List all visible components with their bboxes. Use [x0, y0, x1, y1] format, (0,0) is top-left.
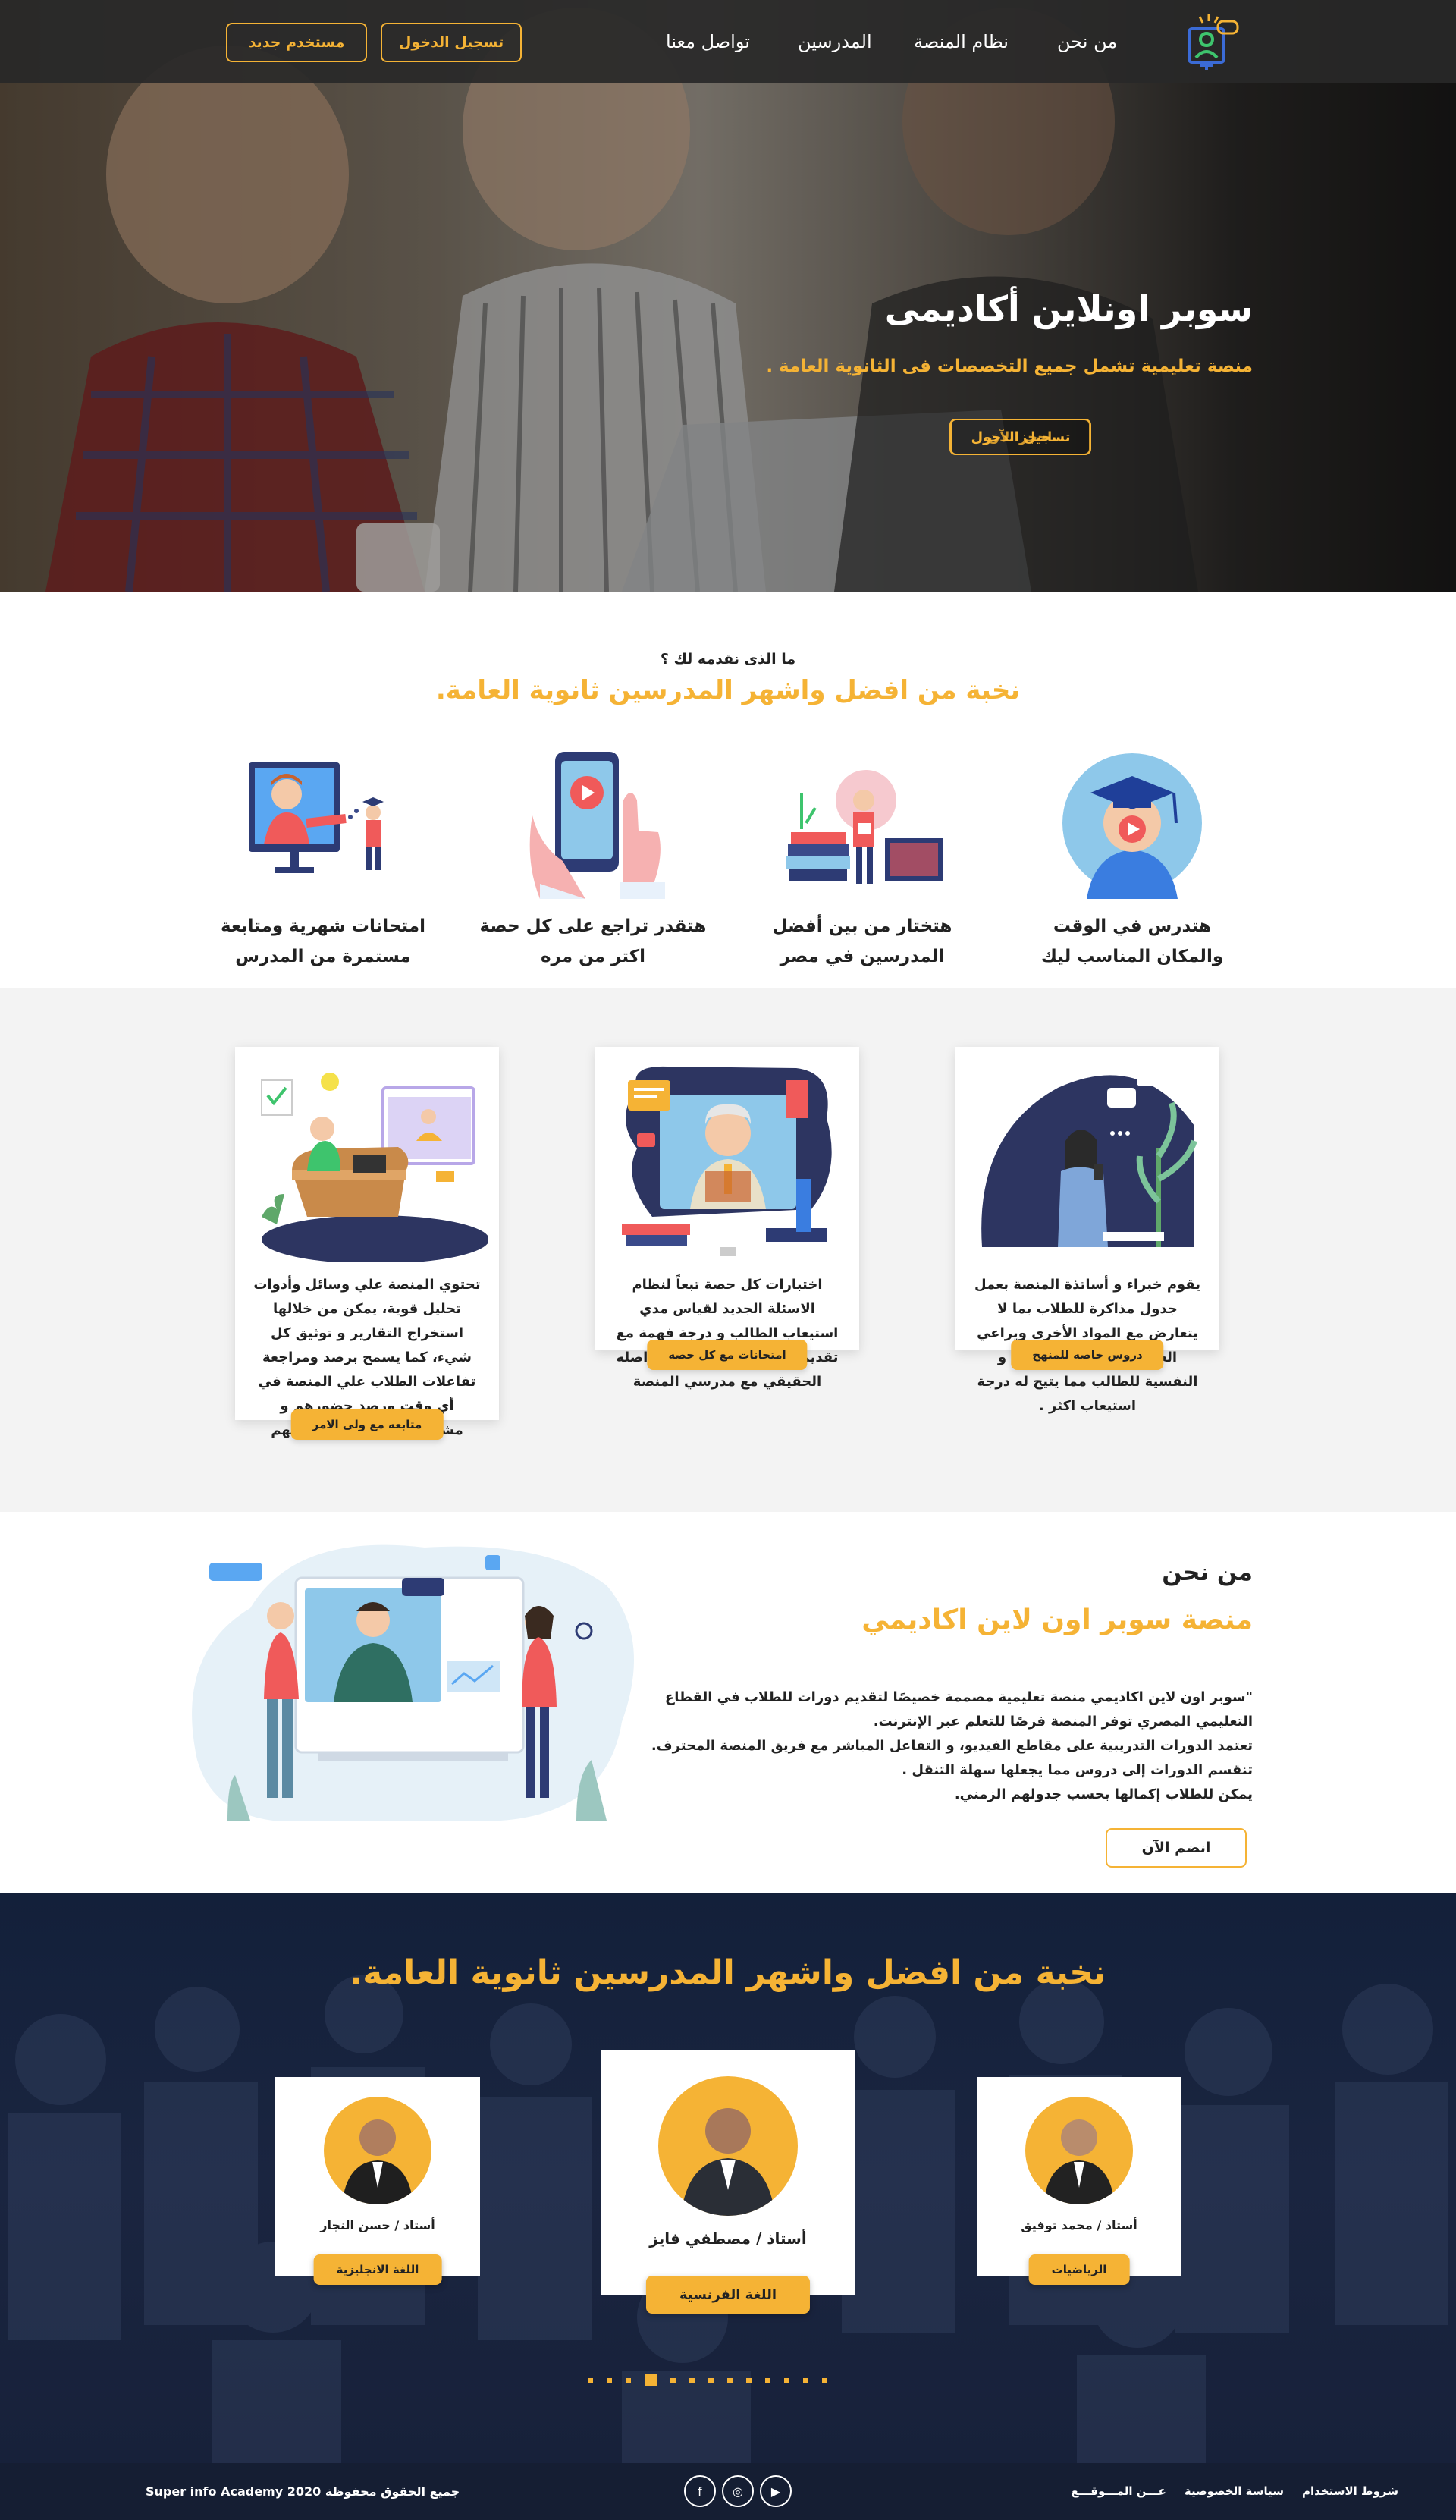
feature-text: امتحانات شهرية ومتابعة مستمرة من المدرس — [221, 916, 425, 966]
teacher-name: أستاذ / حسن النجار — [320, 2218, 435, 2232]
about-paragraph: تعتمد الدورات التدريبية على مقاطع الفيدي… — [651, 1738, 1253, 1754]
parent-follow-up-button[interactable]: متابعه مع ولى الامر — [290, 1409, 444, 1440]
teacher-subject-button[interactable]: اللغة الفرنسية — [645, 2276, 811, 2314]
feature-monthly-exams: امتحانات شهرية ومتابعة مستمرة من المدرس — [202, 747, 444, 972]
nav-item-platform[interactable]: نظام المنصة — [914, 0, 1009, 83]
teacher-name: أستاذ / محمد توفيق — [1021, 2218, 1138, 2232]
teacher-card-featured[interactable]: أستاذ / مصطفي فايز اللغة الفرنسية — [601, 2050, 855, 2314]
carousel-dot[interactable] — [588, 2377, 593, 2383]
nav-link-platform[interactable]: نظام المنصة — [914, 31, 1009, 52]
hero-title: سوبر اونلاين أكاديمى — [884, 288, 1253, 329]
private-lessons-button[interactable]: دروس خاصه للمنهج — [1011, 1340, 1164, 1370]
footer-link-privacy[interactable]: سياسة الخصوصية — [1185, 2484, 1284, 2498]
carousel-dot[interactable] — [607, 2377, 612, 2383]
phone-thumbs-up-icon — [529, 752, 665, 899]
header-register-button[interactable]: مستخدم جديد — [226, 23, 367, 62]
logo-icon — [1188, 14, 1239, 70]
teacher-avatar — [658, 2076, 798, 2216]
about-title: منصة سوبر اون لاين اكاديمي — [861, 1604, 1253, 1635]
nav-item-contact[interactable]: تواصل معنا — [666, 0, 750, 83]
teacher-screen-illustration — [622, 1066, 832, 1256]
online-meeting-illustration — [192, 1544, 635, 1821]
footer-link-terms[interactable]: شروط الاستخدام — [1302, 2484, 1398, 2498]
feature-text: هتدرس في الوقت والمكان المناسب ليك — [1040, 916, 1224, 966]
hero-subtitle: منصة تعليمية تشمل جميع التخصصات فى الثان… — [766, 357, 1253, 376]
graduate-video-icon — [1062, 753, 1202, 899]
nav-link-about[interactable]: من نحن — [1057, 31, 1117, 52]
teacher-subject-button[interactable]: اللغة الانجليزية — [313, 2254, 442, 2285]
footer-links: شروط الاستخدام سياسة الخصوصية عـــن المـ… — [1072, 2484, 1399, 2498]
youtube-icon[interactable]: ▶ — [760, 2475, 792, 2507]
lesson-exams-button[interactable]: امتحانات مع كل حصه — [647, 1340, 808, 1370]
hero-login-button[interactable]: تسجيل الدخول — [950, 419, 1091, 455]
carousel-dot[interactable] — [784, 2377, 789, 2383]
feature-text: هتقدر تراجع على كل حصة اكتر من مره — [479, 916, 707, 966]
monitor-teacher-icon — [249, 762, 384, 873]
teacher-card[interactable]: أستاذ / محمد توفيق الرياضيات — [977, 2077, 1181, 2285]
carousel-dot[interactable] — [670, 2377, 676, 2383]
about-description: "سوبر اون لاين اكاديمي منصة تعليمية مصمم… — [631, 1686, 1253, 1807]
join-now-button[interactable]: انضم الآن — [1106, 1828, 1247, 1868]
carousel-dot[interactable] — [645, 2374, 657, 2386]
carousel-dot[interactable] — [822, 2377, 827, 2383]
feature-best-teachers: هتختار من بين أفضل المدرسين في مصر — [741, 747, 984, 972]
carousel-dot[interactable] — [746, 2377, 752, 2383]
teacher-name: أستاذ / مصطفي فايز — [649, 2229, 807, 2248]
feature-text: هتختار من بين أفضل المدرسين في مصر — [772, 916, 952, 966]
carousel-dot[interactable] — [626, 2377, 631, 2383]
hero-section: سوبر اونلاين أكاديمى منصة تعليمية تشمل ج… — [0, 0, 1456, 592]
teacher-avatar — [324, 2097, 431, 2204]
offer-question: ما الذى نقدمه لك ؟ — [660, 651, 796, 668]
copyright-text: جميع الحقوق محفوظة Super info Academy 20… — [146, 2484, 460, 2499]
teacher-card[interactable]: أستاذ / حسن النجار اللغة الانجليزية — [275, 2077, 480, 2285]
instagram-icon[interactable]: ◎ — [722, 2475, 754, 2507]
nav-link-contact[interactable]: تواصل معنا — [666, 31, 750, 52]
carousel-dot[interactable] — [689, 2377, 695, 2383]
carousel-pagination — [588, 2374, 827, 2386]
woman-phone-illustration — [981, 1065, 1197, 1247]
offer-title: نخبة من افضل واشهر المدرسين ثانوية العام… — [435, 675, 1021, 705]
about-paragraph: تنقسم الدورات إلى دروس مما يجعلها سهلة ا… — [902, 1762, 1253, 1778]
teacher-books-icon — [786, 770, 943, 884]
footer: شروط الاستخدام سياسة الخصوصية عـــن المـ… — [0, 2463, 1456, 2520]
teacher-photo — [681, 2108, 775, 2216]
carousel-dot[interactable] — [803, 2377, 808, 2383]
about-paragraph: يمكن للطلاب إكمالها بحسب جدولهم الزمني. — [954, 1786, 1253, 1802]
footer-link-about[interactable]: عـــن المـــوقـــع — [1072, 2484, 1166, 2498]
nav-item-teachers[interactable]: المدرسين — [798, 0, 872, 83]
feature-review-lessons: هتقدر تراجع على كل حصة اكتر من مره — [472, 747, 714, 972]
top-navbar: من نحن نظام المنصة المدرسين تواصل معنا ت… — [0, 0, 1456, 83]
facebook-icon[interactable]: f — [684, 2475, 716, 2507]
teacher-photo — [342, 2119, 413, 2204]
about-paragraph: "سوبر اون لاين اكاديمي منصة تعليمية مصمم… — [664, 1689, 1253, 1730]
card-text: اختبارات كل حصة تبعاً لنظام الاسئلة الجد… — [616, 1277, 839, 1390]
desk-analytics-illustration — [261, 1073, 489, 1264]
feature-study-anytime: هتدرس في الوقت والمكان المناسب ليك — [1011, 747, 1254, 972]
carousel-dot[interactable] — [727, 2377, 733, 2383]
card-private-lessons: يقوم خبراء و أساتذة المنصة بعمل جدول مذا… — [956, 1047, 1219, 1414]
card-parent-follow-up: تحتوي المنصة علي وسائل وأدوات تحليل قوية… — [235, 1047, 499, 1440]
nav-link-teachers[interactable]: المدرسين — [798, 31, 872, 52]
about-label: من نحن — [1162, 1559, 1253, 1586]
header-login-button[interactable]: تسجيل الدخول — [381, 23, 522, 62]
nav-item-about[interactable]: من نحن — [1057, 0, 1117, 83]
teacher-subject-button[interactable]: الرياضيات — [1028, 2254, 1130, 2285]
teacher-avatar — [1025, 2097, 1133, 2204]
teacher-photo — [1043, 2119, 1115, 2204]
card-lesson-exams: اختبارات كل حصة تبعاً لنظام الاسئلة الجد… — [595, 1047, 859, 1390]
carousel-dot[interactable] — [765, 2377, 770, 2383]
carousel-dot[interactable] — [708, 2377, 714, 2383]
social-links: f ◎ ▶ — [684, 2475, 792, 2507]
teachers-title: نخبة من افضل واشهر المدرسين ثانوية العام… — [350, 1953, 1106, 1992]
